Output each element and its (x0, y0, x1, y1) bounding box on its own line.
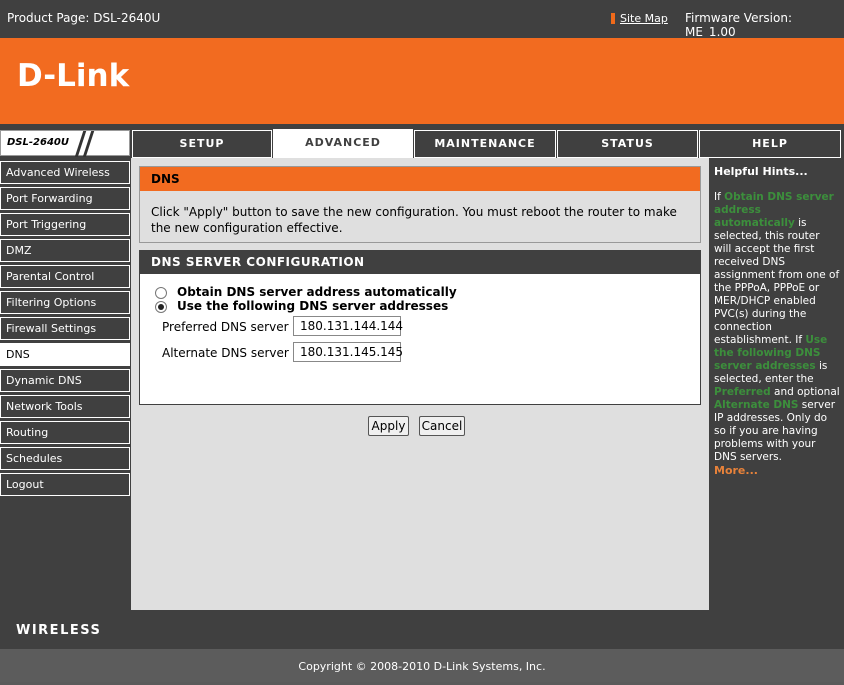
site-map-marker-icon (611, 13, 615, 24)
sidebar-item-schedules[interactable]: Schedules (0, 447, 130, 470)
preferred-dns-label: Preferred DNS server : (162, 320, 297, 334)
firmware-version: Firmware Version: ME_1.00 (685, 11, 792, 39)
radio-row-manual[interactable]: Use the following DNS server addresses (155, 299, 448, 313)
sidebar-item-network-tools[interactable]: Network Tools (0, 395, 130, 418)
preferred-dns-input[interactable]: 180.131.144.144 (293, 316, 403, 336)
wireless-label: WIRELESS (16, 623, 102, 638)
tab-setup[interactable]: SETUP (132, 130, 272, 158)
sidebar-item-routing[interactable]: Routing (0, 421, 130, 444)
radio-obtain-automatically[interactable] (155, 286, 167, 299)
wireless-bar: WIRELESS (0, 610, 844, 649)
copyright-footer: Copyright © 2008-2010 D-Link Systems, In… (0, 649, 844, 682)
dns-intro-title: DNS (140, 167, 700, 191)
radio-auto-label: Obtain DNS server address automatically (177, 285, 457, 299)
sidebar-item-port-forwarding[interactable]: Port Forwarding (0, 187, 130, 210)
hints-text: and optional (770, 386, 840, 398)
sidebar-item-port-triggering[interactable]: Port Triggering (0, 213, 130, 236)
hints-text: If (714, 191, 725, 203)
sidebar-item-logout[interactable]: Logout (0, 473, 130, 496)
hints-highlight: Preferred (714, 386, 771, 398)
dns-config-panel: DNS SERVER CONFIGURATION Obtain DNS serv… (139, 250, 701, 405)
dns-config-title: DNS SERVER CONFIGURATION (140, 251, 700, 274)
sidebar-item-dns[interactable]: DNS (0, 343, 130, 366)
product-page-label: Product Page: DSL-2640U (7, 11, 161, 25)
dns-intro-panel: DNS Click "Apply" button to save the new… (139, 166, 701, 243)
hints-highlight: Obtain DNS server address automatically (714, 191, 834, 229)
alternate-dns-label: Alternate DNS server : (162, 346, 297, 360)
top-bar: Product Page: DSL-2640U Site Map Firmwar… (0, 0, 844, 39)
sidebar: Advanced Wireless Port Forwarding Port T… (0, 158, 131, 610)
sidebar-item-dynamic-dns[interactable]: Dynamic DNS (0, 369, 130, 392)
dns-intro-message: Click "Apply" button to save the new con… (151, 205, 677, 235)
radio-row-auto[interactable]: Obtain DNS server address automatically (155, 285, 457, 299)
model-name: DSL-2640U (7, 137, 69, 148)
hints-text: is selected, this router will accept the… (714, 217, 840, 346)
dlink-logo: D-Link (17, 58, 130, 94)
alternate-dns-input[interactable]: 180.131.145.145 (293, 342, 403, 362)
radio-manual-label: Use the following DNS server addresses (177, 299, 449, 313)
tab-help[interactable]: HELP (699, 130, 841, 158)
tab-maintenance[interactable]: MAINTENANCE (414, 130, 556, 158)
brand-banner: D-Link (0, 38, 844, 124)
cancel-button[interactable]: Cancel (419, 416, 465, 436)
main-content: DNS Click "Apply" button to save the new… (131, 158, 709, 610)
sidebar-item-advanced-wireless[interactable]: Advanced Wireless (0, 161, 130, 184)
hints-more-link[interactable]: More... (714, 464, 758, 477)
tab-status[interactable]: STATUS (557, 130, 698, 158)
tab-advanced[interactable]: ADVANCED (273, 129, 413, 158)
hints-title: Helpful Hints... (714, 165, 808, 178)
site-map-link[interactable]: Site Map (620, 12, 668, 25)
radio-use-following[interactable] (155, 300, 167, 313)
hints-highlight: Alternate DNS (714, 399, 799, 411)
apply-button[interactable]: Apply (368, 416, 409, 436)
sidebar-item-parental-control[interactable]: Parental Control (0, 265, 130, 288)
sidebar-item-filtering-options[interactable]: Filtering Options (0, 291, 130, 314)
sidebar-item-firewall-settings[interactable]: Firewall Settings (0, 317, 130, 340)
helpful-hints-panel: Helpful Hints... If Obtain DNS server ad… (709, 158, 844, 610)
sidebar-item-dmz[interactable]: DMZ (0, 239, 130, 262)
hints-body: If Obtain DNS server address automatical… (714, 191, 840, 464)
model-badge: DSL-2640U (0, 130, 130, 157)
